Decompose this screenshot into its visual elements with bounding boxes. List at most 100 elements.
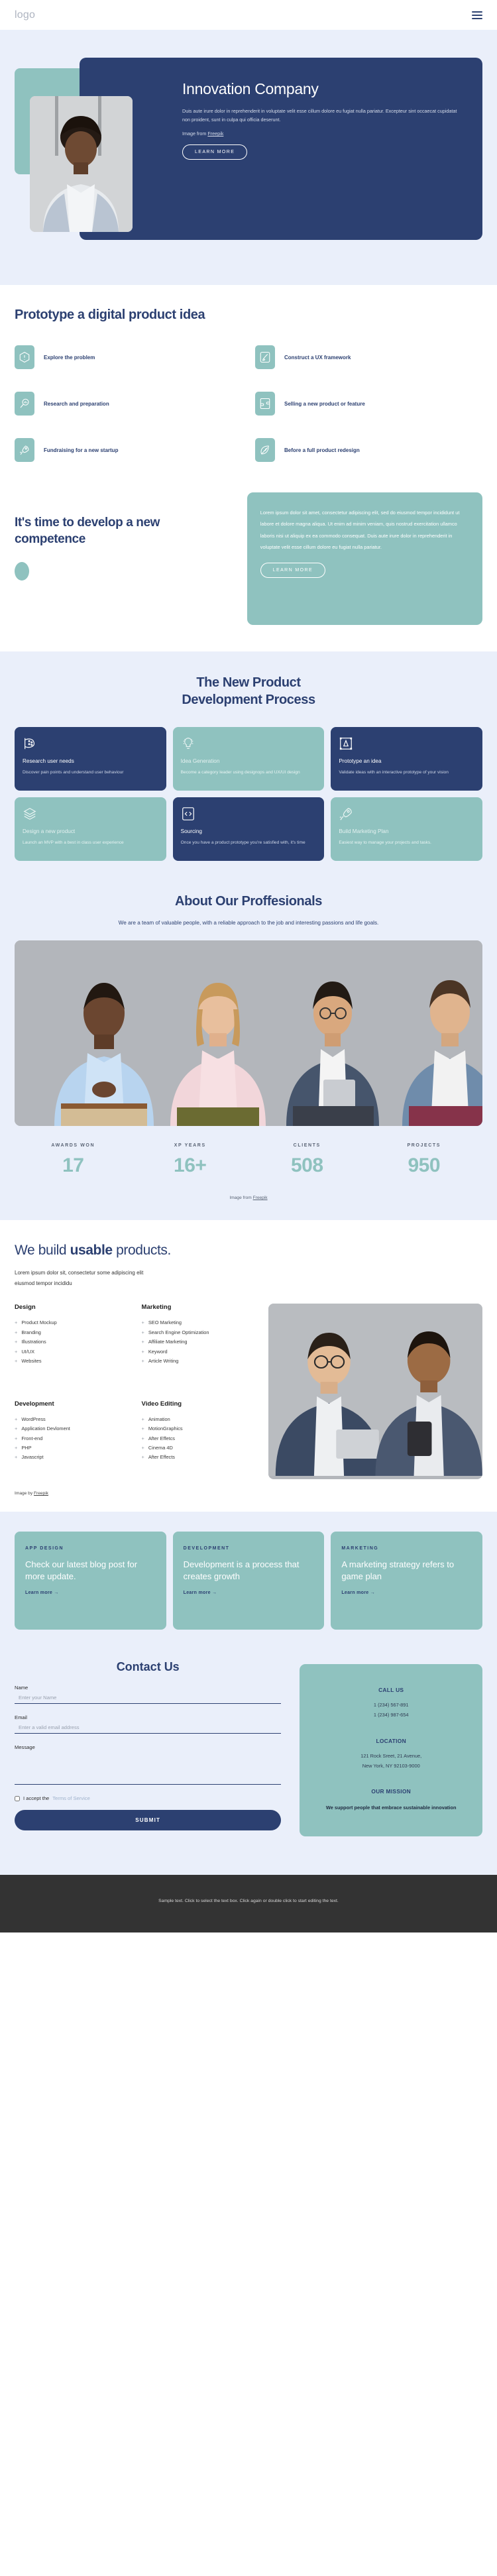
blog-card[interactable]: DEVELOPMENT Development is a process tha… — [172, 1532, 325, 1630]
blog-title: Check our latest blog post for more upda… — [25, 1559, 138, 1581]
skill-item[interactable]: + PHP — [15, 1443, 131, 1453]
contact-title: Contact Us — [116, 1660, 180, 1674]
feature-item[interactable]: Selling a new product or feature — [255, 392, 482, 416]
hero-credit-link[interactable]: Freepik — [207, 131, 223, 137]
prototype-feature-grid: Explore the problem Construct a UX frame… — [15, 345, 482, 462]
skill-item[interactable]: + Illustrations — [15, 1337, 131, 1347]
skill-item[interactable]: + UI/UX — [15, 1347, 131, 1357]
skill-group-heading: Development — [15, 1400, 54, 1408]
blog-learn-more-link[interactable]: Learn more → — [341, 1591, 472, 1595]
process-card[interactable]: Build Marketing Plan Easiest way to mana… — [331, 797, 482, 861]
blog-card[interactable]: APP DESIGN Check our latest blog post fo… — [15, 1532, 166, 1630]
contact-info-call-us: CALL US 1 (234) 567-891 1 (234) 987-654 — [310, 1687, 472, 1720]
hero-title: Innovation Company — [182, 80, 319, 97]
process-title: The New Product Development Process — [15, 674, 482, 708]
process-card-heading: Sourcing — [180, 828, 202, 834]
usable-title-bold: usable — [70, 1243, 113, 1259]
portrait-illustration — [30, 96, 133, 232]
skill-item[interactable]: + Branding — [15, 1328, 131, 1337]
usable-title: We build usable products. — [15, 1243, 482, 1259]
skill-item[interactable]: + Search Engine Optimization — [142, 1328, 258, 1337]
usable-products-section: We build usable products. Lorem ipsum do… — [0, 1220, 497, 1512]
stat-value: 16+ — [174, 1154, 207, 1177]
blog-card-grid: APP DESIGN Check our latest blog post fo… — [15, 1532, 482, 1630]
usable-subtitle: Lorem ipsum dolor sit, consectetur some … — [15, 1270, 144, 1287]
skill-item[interactable]: + MotionGraphics — [142, 1424, 258, 1433]
skill-item[interactable]: + Keyword — [142, 1347, 258, 1357]
terms-row: I accept the Terms of Service — [15, 1795, 281, 1801]
skill-item[interactable]: + Affiliate Marketing — [142, 1337, 258, 1347]
skill-item[interactable]: + SEO Marketing — [142, 1318, 258, 1327]
skill-label: Branding — [21, 1329, 41, 1335]
name-field-wrapper: Name — [15, 1685, 282, 1705]
feature-label: Explore the problem — [44, 354, 95, 361]
name-input[interactable] — [15, 1691, 282, 1705]
plus-icon: + — [141, 1445, 144, 1451]
logo[interactable]: logo — [15, 9, 35, 21]
plus-icon: + — [15, 1348, 18, 1355]
skill-item[interactable]: + Websites — [15, 1357, 131, 1366]
stat-item: XP YEARS 16+ — [132, 1143, 249, 1177]
process-title-line1: The New Product — [196, 675, 301, 690]
message-textarea[interactable] — [15, 1750, 282, 1785]
usable-title-pre: We build — [15, 1243, 70, 1259]
process-card[interactable]: Design a new product Launch an MVP with … — [15, 797, 166, 861]
skill-label: SEO Marketing — [148, 1319, 182, 1326]
plus-icon: + — [141, 1319, 144, 1326]
skill-label: After Effetcs — [148, 1435, 175, 1441]
magnifier-chart-icon — [15, 392, 34, 416]
feature-label: Before a full product redesign — [284, 447, 360, 453]
skill-group-development: Development + WordPress + Application Devl… — [15, 1400, 131, 1480]
contact-info-title: OUR MISSION — [371, 1788, 411, 1795]
skill-group-heading: Marketing — [141, 1304, 172, 1312]
skill-item[interactable]: + Animation — [142, 1415, 258, 1424]
skill-label: Front-end — [21, 1435, 43, 1441]
blog-card[interactable]: MARKETING A marketing strategy refers to… — [331, 1532, 482, 1630]
skill-label: Article Writing — [148, 1357, 179, 1364]
process-card[interactable]: Sourcing Once you have a product prototy… — [172, 797, 325, 861]
hero-image-credit: Image from Freepik — [182, 131, 464, 137]
plus-icon: + — [141, 1357, 144, 1364]
process-card[interactable]: Research user needs Discover pain points… — [15, 727, 166, 791]
usable-credit-link[interactable]: Freepik — [34, 1491, 48, 1496]
skill-item[interactable]: + Article Writing — [142, 1357, 258, 1366]
skill-item[interactable]: + Product Mockup — [15, 1318, 131, 1327]
skill-item[interactable]: + WordPress — [15, 1415, 131, 1424]
blog-learn-more-link[interactable]: Learn more → — [25, 1591, 156, 1595]
competence-learn-more-button[interactable]: LEARN MORE — [260, 562, 326, 578]
skill-item[interactable]: + Front-end — [15, 1434, 131, 1443]
blog-learn-more-link[interactable]: Learn more → — [184, 1591, 314, 1595]
puzzle-icon — [255, 392, 275, 416]
teal-dot-decoration — [15, 562, 29, 581]
skill-item[interactable]: + After Effects — [142, 1453, 258, 1462]
submit-button[interactable]: SUBMIT — [15, 1810, 282, 1831]
hamburger-icon[interactable] — [472, 11, 482, 19]
about-credit-link[interactable]: Freepik — [253, 1196, 268, 1200]
feature-item[interactable]: Construct a UX framework — [255, 345, 482, 369]
skill-item[interactable]: + Cinema 4D — [142, 1443, 258, 1453]
competence-title: It's time to develop a new competence — [15, 516, 160, 546]
process-card[interactable]: Prototype an idea Validate ideas with an… — [331, 727, 482, 791]
blog-title: A marketing strategy refers to game plan — [341, 1559, 455, 1581]
skill-item[interactable]: + Application Devloment — [15, 1424, 131, 1433]
feature-item[interactable]: Research and preparation — [15, 392, 242, 416]
process-card[interactable]: Idea Generation Become a category leader… — [172, 727, 325, 791]
skill-group-marketing: Marketing + SEO Marketing + Search Engine … — [142, 1304, 258, 1383]
terms-checkbox[interactable] — [15, 1795, 20, 1801]
terms-of-service-link[interactable]: Terms of Service — [52, 1795, 90, 1801]
feature-item[interactable]: Explore the problem — [15, 345, 242, 369]
hero-learn-more-button[interactable]: LEARN MORE — [182, 144, 248, 160]
skill-label: MotionGraphics — [148, 1426, 183, 1432]
feature-item[interactable]: Before a full product redesign — [255, 438, 482, 462]
blog-category: APP DESIGN — [25, 1546, 64, 1551]
alert-hexagon-icon — [15, 345, 34, 369]
skill-item[interactable]: + Javascript — [15, 1453, 131, 1462]
rocket-icon — [339, 807, 474, 821]
skill-list: + Product Mockup + Branding + Illustrations… — [15, 1318, 131, 1366]
pen-tool-icon — [339, 736, 474, 751]
skill-item[interactable]: + After Effetcs — [142, 1434, 258, 1443]
email-input[interactable] — [15, 1720, 282, 1734]
plus-icon: + — [141, 1348, 144, 1355]
plus-icon: + — [15, 1454, 18, 1461]
feature-item[interactable]: Fundraising for a new startup — [15, 438, 242, 462]
